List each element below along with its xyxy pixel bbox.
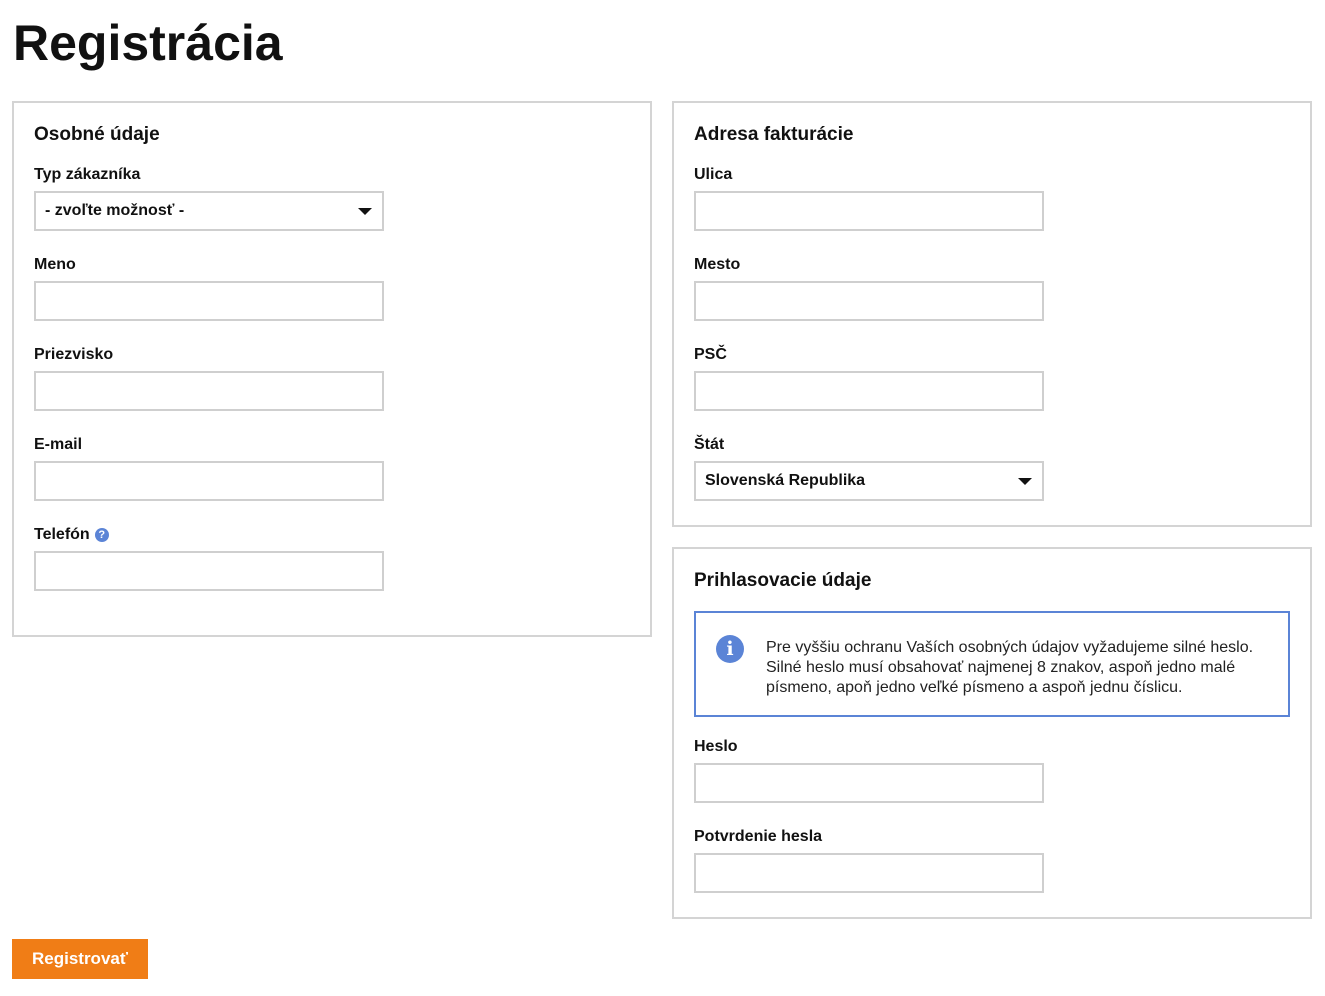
city-input[interactable] [694, 281, 1044, 321]
email-input[interactable] [34, 461, 384, 501]
password-input[interactable] [694, 763, 1044, 803]
register-button[interactable]: Registrovať [12, 939, 148, 979]
password-confirm-input[interactable] [694, 853, 1044, 893]
first-name-input[interactable] [34, 281, 384, 321]
country-select[interactable]: Slovenská Republika [694, 461, 1044, 501]
customer-type-label: Typ zákazníka [34, 166, 141, 183]
password-confirm-label: Potvrdenie hesla [694, 828, 823, 845]
country-label: Štát [694, 436, 725, 453]
password-info-text: Pre vyššiu ochranu Vaších osobných údajo… [766, 639, 1254, 696]
page-title: Registrácia [13, 15, 283, 71]
street-input[interactable] [694, 191, 1044, 231]
email-label: E-mail [34, 436, 83, 453]
question-circle-icon[interactable]: ? [94, 528, 109, 542]
password-label: Heslo [694, 738, 738, 755]
street-label: Ulica [694, 166, 733, 183]
personal-data-panel: Osobné údaje Typ zákazníka - zvoľte možn… [12, 101, 652, 637]
billing-address-panel: Adresa fakturácie Ulica Mesto PSČ Štát S… [672, 101, 1312, 527]
last-name-input[interactable] [34, 371, 384, 411]
chevron-down-icon [1018, 478, 1032, 485]
country-value: Slovenská Republika [705, 472, 866, 489]
first-name-label: Meno [34, 256, 76, 273]
city-label: Mesto [694, 256, 741, 273]
phone-label: Telefón [34, 526, 90, 543]
personal-data-title: Osobné údaje [34, 124, 160, 145]
password-info-box: i Pre vyššiu ochranu Vaších osobných úda… [694, 611, 1290, 717]
info-circle-icon: i [716, 635, 744, 663]
billing-address-title: Adresa fakturácie [694, 124, 854, 145]
customer-type-value: - zvoľte možnosť - [45, 202, 185, 219]
phone-input[interactable] [34, 551, 384, 591]
customer-type-select[interactable]: - zvoľte možnosť - [34, 191, 384, 231]
login-credentials-panel: Prihlasovacie údaje i Pre vyššiu ochranu… [672, 547, 1312, 919]
login-credentials-title: Prihlasovacie údaje [694, 570, 872, 591]
zip-label: PSČ [694, 346, 727, 363]
chevron-down-icon [358, 208, 372, 215]
last-name-label: Priezvisko [34, 346, 114, 363]
zip-input[interactable] [694, 371, 1044, 411]
phone-label-row: Telefón? [34, 525, 109, 545]
